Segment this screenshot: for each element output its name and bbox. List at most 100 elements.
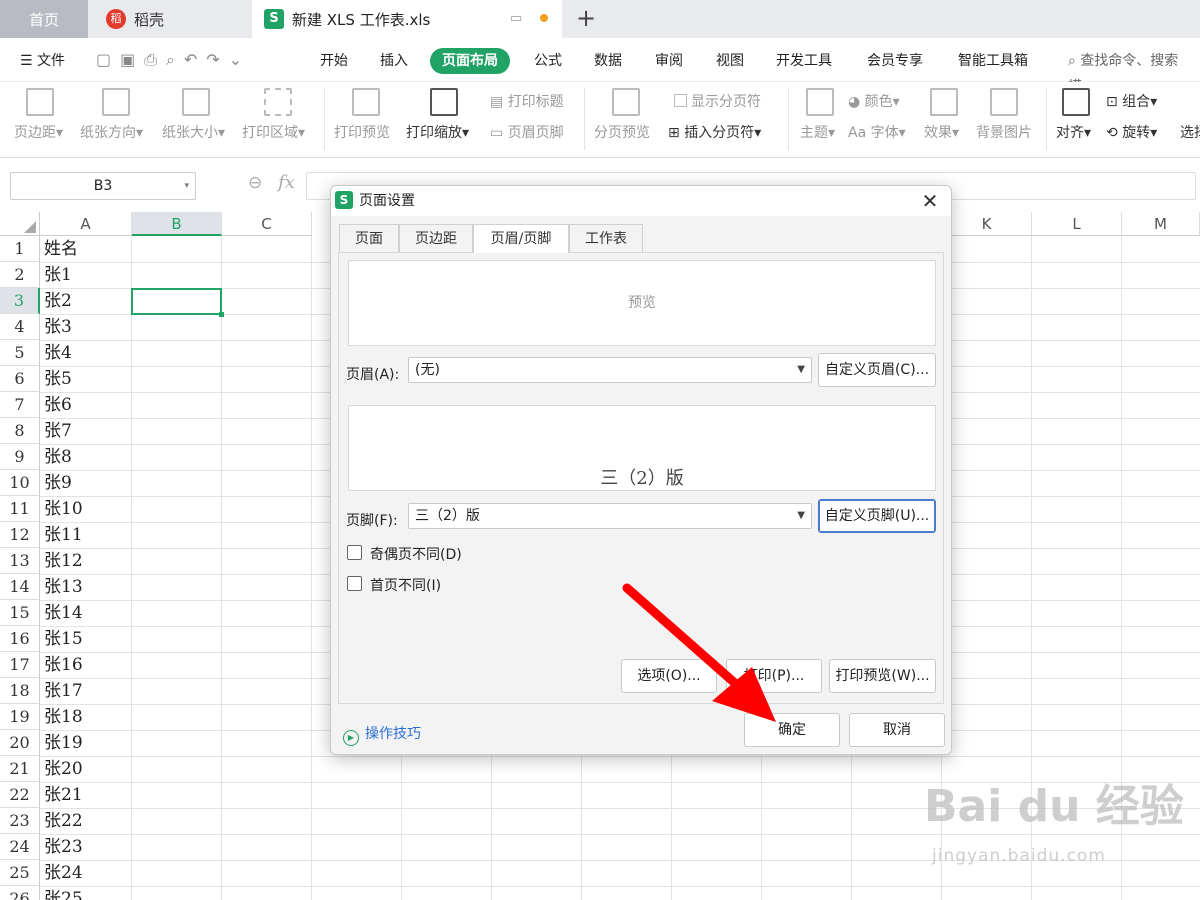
ok-button[interactable]: 确定 — [744, 713, 840, 747]
cell-a1[interactable]: 姓名 — [40, 236, 78, 262]
cell-a14[interactable]: 张13 — [40, 574, 83, 600]
print-button[interactable]: 打印(P)... — [726, 659, 822, 693]
menu-item-developer[interactable]: 开发工具 — [764, 48, 844, 74]
row-header[interactable]: 16 — [0, 626, 40, 652]
cell-a8[interactable]: 张7 — [40, 418, 72, 444]
cell-a24[interactable]: 张23 — [40, 834, 83, 860]
new-tab-button[interactable]: + — [576, 4, 596, 32]
cell-a17[interactable]: 张16 — [40, 652, 83, 678]
row-header[interactable]: 21 — [0, 756, 40, 782]
tab-sheet[interactable]: 工作表 — [569, 224, 643, 252]
print-area-button[interactable]: 打印区域▾ — [242, 122, 305, 142]
cell-a3[interactable]: 张2 — [40, 288, 72, 314]
fonts-button[interactable]: Aa 字体▾ — [848, 122, 906, 142]
cell-a7[interactable]: 张6 — [40, 392, 72, 418]
page-break-preview-button[interactable]: 分页预览 — [594, 122, 650, 142]
row-header[interactable]: 4 — [0, 314, 40, 340]
row-header[interactable]: 3 — [0, 288, 40, 314]
row-header[interactable]: 2 — [0, 262, 40, 288]
rotate-button[interactable]: ⟲ 旋转▾ — [1106, 122, 1157, 142]
effects-button[interactable]: 效果▾ — [924, 122, 959, 142]
theme-button[interactable]: 主题▾ — [800, 122, 835, 142]
tab-file[interactable]: S 新建 XLS 工作表.xls ▭ — [252, 0, 562, 38]
column-header-c[interactable]: C — [222, 212, 312, 236]
row-header[interactable]: 20 — [0, 730, 40, 756]
first-page-checkbox[interactable] — [347, 576, 362, 591]
cell-a18[interactable]: 张17 — [40, 678, 83, 704]
row-header[interactable]: 1 — [0, 236, 40, 262]
tab-margins[interactable]: 页边距 — [399, 224, 473, 252]
print-titles-button[interactable]: ▤ 打印标题 — [490, 91, 564, 111]
cell-a26[interactable]: 张25 — [40, 886, 83, 900]
row-header[interactable]: 19 — [0, 704, 40, 730]
odd-even-checkbox[interactable] — [347, 545, 362, 560]
cancel-button[interactable]: 取消 — [849, 713, 945, 747]
row-header[interactable]: 17 — [0, 652, 40, 678]
row-header[interactable]: 25 — [0, 860, 40, 886]
row-header[interactable]: 10 — [0, 470, 40, 496]
cell-a16[interactable]: 张15 — [40, 626, 83, 652]
row-header[interactable]: 15 — [0, 600, 40, 626]
cell-a12[interactable]: 张11 — [40, 522, 83, 548]
select-all-corner[interactable] — [0, 212, 40, 236]
cell-a25[interactable]: 张24 — [40, 860, 83, 886]
row-header[interactable]: 22 — [0, 782, 40, 808]
menu-item-formula[interactable]: 公式 — [522, 48, 574, 74]
monitor-icon[interactable]: ▭ — [510, 11, 522, 26]
cell-a10[interactable]: 张9 — [40, 470, 72, 496]
cell-a13[interactable]: 张12 — [40, 548, 83, 574]
menu-item-view[interactable]: 视图 — [704, 48, 756, 74]
header-select[interactable]: (无) ▼ — [408, 357, 812, 383]
command-search[interactable]: ⌕ 查找命令、搜索模 — [1056, 48, 1200, 95]
print-preview-button[interactable]: 打印预览 — [334, 122, 390, 142]
name-box[interactable]: B3 ▾ — [10, 172, 196, 200]
menu-item-start[interactable]: 开始 — [308, 48, 360, 74]
cell-a11[interactable]: 张10 — [40, 496, 83, 522]
row-header[interactable]: 23 — [0, 808, 40, 834]
cell-a6[interactable]: 张5 — [40, 366, 72, 392]
cell-a22[interactable]: 张21 — [40, 782, 83, 808]
row-header[interactable]: 8 — [0, 418, 40, 444]
row-header[interactable]: 11 — [0, 496, 40, 522]
orientation-button[interactable]: 纸张方向▾ — [80, 122, 143, 142]
custom-footer-button[interactable]: 自定义页脚(U)... — [818, 499, 936, 533]
row-header[interactable]: 9 — [0, 444, 40, 470]
margins-button[interactable]: 页边距▾ — [14, 122, 63, 142]
background-image-button[interactable]: 背景图片 — [976, 122, 1032, 142]
row-header[interactable]: 6 — [0, 366, 40, 392]
close-icon[interactable]: ✕ — [919, 190, 941, 212]
print-preview-button[interactable]: 打印预览(W)... — [829, 659, 936, 693]
menu-item-member[interactable]: 会员专享 — [855, 48, 935, 74]
cell-a19[interactable]: 张18 — [40, 704, 83, 730]
print-scale-button[interactable]: 打印缩放▾ — [406, 122, 469, 142]
column-header-a[interactable]: A — [40, 212, 132, 236]
cell-a23[interactable]: 张22 — [40, 808, 83, 834]
show-page-breaks-checkbox[interactable]: 显示分页符 — [674, 91, 761, 111]
function-button[interactable]: fx — [278, 172, 295, 193]
insert-page-break-button[interactable]: ⊞ 插入分页符▾ — [668, 122, 761, 142]
row-header[interactable]: 13 — [0, 548, 40, 574]
tab-home[interactable]: 首页 — [0, 0, 88, 38]
cell-a20[interactable]: 张19 — [40, 730, 83, 756]
row-header[interactable]: 7 — [0, 392, 40, 418]
tab-header-footer[interactable]: 页眉/页脚 — [473, 224, 569, 253]
column-header-k[interactable]: K — [942, 212, 1032, 236]
quick-access-toolbar[interactable]: ▢▣⎙⌕↶↷⌄ — [96, 50, 251, 70]
colors-button[interactable]: ◕ 颜色▾ — [848, 91, 900, 111]
cell-a4[interactable]: 张3 — [40, 314, 72, 340]
row-header[interactable]: 14 — [0, 574, 40, 600]
tab-page[interactable]: 页面 — [339, 224, 399, 252]
custom-header-button[interactable]: 自定义页眉(C)... — [818, 353, 936, 387]
select-button[interactable]: 选择 — [1180, 122, 1200, 142]
first-page-label[interactable]: 首页不同(I) — [370, 575, 441, 595]
fill-handle[interactable] — [219, 312, 224, 317]
options-button[interactable]: 选项(O)... — [621, 659, 717, 693]
paper-size-button[interactable]: 纸张大小▾ — [162, 122, 225, 142]
file-menu[interactable]: ☰ 文件 — [8, 48, 77, 74]
cell-a2[interactable]: 张1 — [40, 262, 72, 288]
footer-select[interactable]: 三（2）版 ▼ — [408, 503, 812, 529]
zoom-icon[interactable]: ⊖ — [248, 173, 262, 193]
cell-a9[interactable]: 张8 — [40, 444, 72, 470]
menu-item-smart-toolbox[interactable]: 智能工具箱 — [946, 48, 1040, 74]
header-footer-button[interactable]: ▭ 页眉页脚 — [490, 122, 564, 142]
